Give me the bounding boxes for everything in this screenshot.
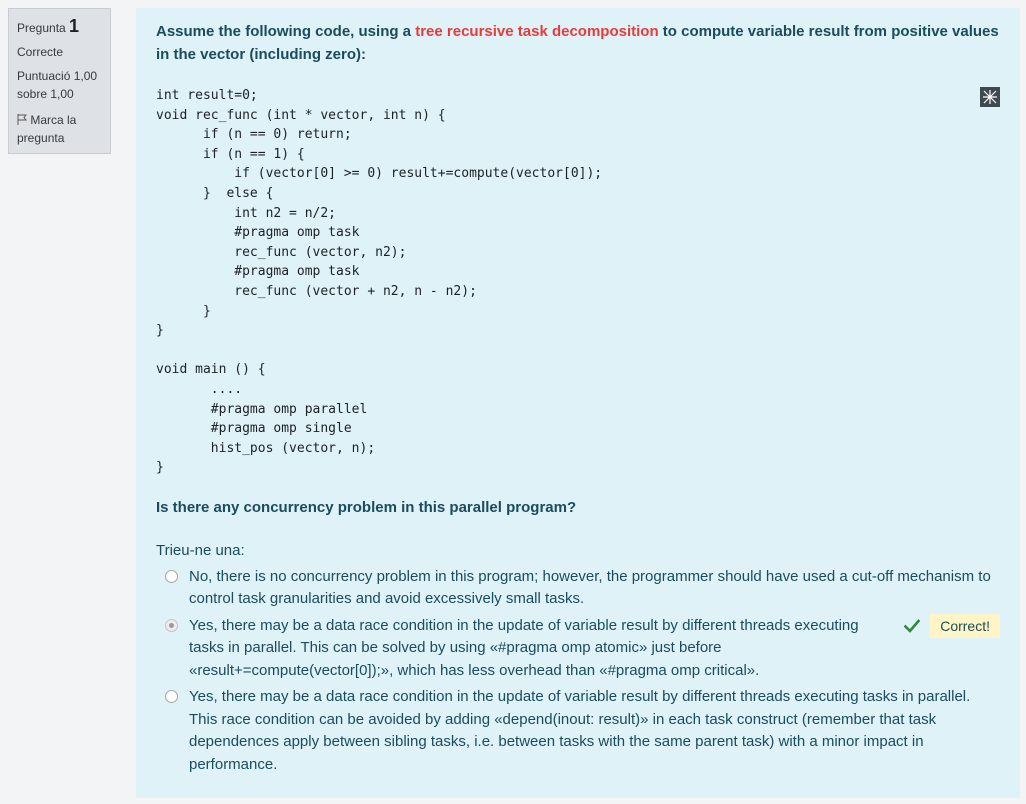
answer-radio-3[interactable] <box>165 690 178 704</box>
answer-options: No, there is no concurrency problem in t… <box>156 566 1000 777</box>
question-state: Correcte <box>17 45 64 59</box>
question-info-panel: Pregunta 1 Correcte Puntuació 1,00 sobre… <box>8 8 111 154</box>
question-intro: Assume the following code, using a tree … <box>156 20 1000 66</box>
question-label: Pregunta <box>17 21 66 35</box>
image-fullscreen-icon[interactable] <box>980 87 1000 107</box>
question-intro-highlight: tree recursive task decomposition <box>415 23 659 40</box>
flag-question-link[interactable]: Marca la pregunta <box>17 111 102 147</box>
correct-badge: Correct! <box>930 613 1000 638</box>
question-number: Pregunta 1 <box>17 17 102 37</box>
answer-text-2: Yes, there may be a data race condition … <box>189 616 859 679</box>
answer-prompt: Trieu-ne una: <box>156 541 245 559</box>
answer-option-3[interactable]: Yes, there may be a data race condition … <box>156 686 1000 776</box>
answer-text-1: No, there is no concurrency problem in t… <box>189 567 991 608</box>
answer-feedback: Correct! <box>904 613 1000 638</box>
question-intro-text: Assume the following code, using a <box>156 23 416 40</box>
answer-radio-1[interactable] <box>165 569 178 583</box>
flag-icon <box>17 114 27 125</box>
answer-option-1[interactable]: No, there is no concurrency problem in t… <box>156 566 1000 611</box>
check-icon <box>904 619 921 633</box>
answer-text-3: Yes, there may be a data race condition … <box>189 688 971 773</box>
code-block: int result=0; void rec_func (int * vecto… <box>156 88 603 476</box>
answer-radio-2[interactable] <box>165 618 178 632</box>
question-number-value: 1 <box>69 16 80 36</box>
question-grade: Puntuació 1,00 sobre 1,00 <box>17 69 98 101</box>
answer-option-2[interactable]: Yes, there may be a data race condition … <box>156 613 1000 683</box>
question-content: Assume the following code, using a tree … <box>136 8 1020 798</box>
question-text: Is there any concurrency problem in this… <box>156 498 577 516</box>
